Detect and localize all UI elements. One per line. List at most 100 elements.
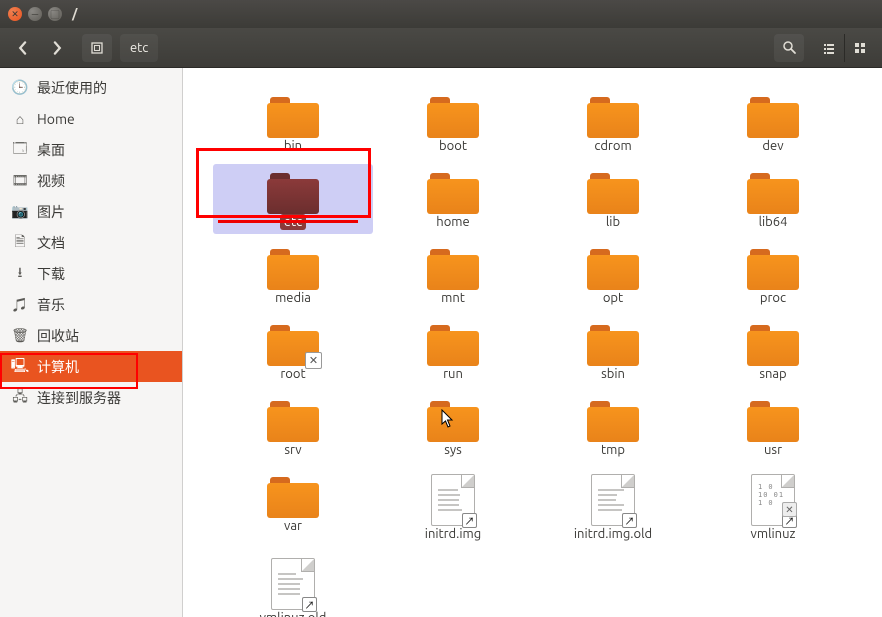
symlink-icon: ↗ — [302, 597, 317, 612]
grid-item-label: dev — [758, 138, 787, 154]
window-controls: ✕ － ▢ — [8, 7, 62, 21]
grid-item[interactable]: lib — [533, 164, 693, 234]
search-button[interactable] — [774, 34, 804, 62]
sidebar-item-video[interactable]: 🎞 视频 — [0, 165, 182, 196]
folder-icon: ✕ — [267, 322, 319, 366]
sidebar-item-server[interactable]: 🖧连接到服务器 — [0, 382, 182, 413]
grid-item[interactable]: var — [213, 468, 373, 546]
grid-item-label: lib — [602, 214, 624, 230]
sidebar-item-documents[interactable]: 🗎文档 — [0, 227, 182, 258]
folder-icon — [427, 246, 479, 290]
window-title: / — [72, 7, 77, 21]
grid-item[interactable]: tmp — [533, 392, 693, 462]
grid-item[interactable]: cdrom — [533, 88, 693, 158]
grid-item[interactable]: home — [373, 164, 533, 234]
grid-item-label: run — [439, 366, 467, 382]
symlink-icon: ↗ — [622, 513, 637, 528]
grid-item[interactable]: ↗initrd.img — [373, 468, 533, 546]
sidebar-item-desktop[interactable]: 🗔 桌面 — [0, 134, 182, 165]
trash-icon: 🗑 — [12, 328, 28, 344]
sidebar-item-trash[interactable]: 🗑 回收站 — [0, 320, 182, 351]
grid-item-label: boot — [435, 138, 471, 154]
grid-item[interactable]: boot — [373, 88, 533, 158]
sidebar-item-pictures[interactable]: 📷 图片 — [0, 196, 182, 227]
close-icon[interactable]: ✕ — [8, 7, 22, 21]
sidebar-item-clock[interactable]: 🕒 最近使用的 — [0, 72, 182, 103]
folder-icon — [587, 398, 639, 442]
grid-item[interactable]: ↗vmlinuz.old — [213, 552, 373, 617]
grid-item[interactable]: srv — [213, 392, 373, 462]
chevron-left-icon — [16, 41, 30, 55]
grid-item[interactable]: mnt — [373, 240, 533, 310]
grid-item[interactable]: media — [213, 240, 373, 310]
binary-file-icon: 1 0 10 01 1 0↗✕ — [751, 474, 795, 526]
forward-button[interactable] — [42, 34, 72, 62]
grid-item[interactable]: dev — [693, 88, 853, 158]
search-icon — [782, 40, 797, 55]
home-icon: ⌂ — [12, 111, 28, 127]
sidebar-item-label: 音乐 — [37, 295, 65, 315]
grid-item-label: cdrom — [590, 138, 635, 154]
sidebar-item-label: 桌面 — [37, 140, 65, 160]
locked-icon: ✕ — [782, 502, 797, 517]
path-root-button[interactable] — [82, 34, 112, 62]
grid-item-label: etc — [280, 214, 306, 230]
grid-item[interactable]: sys — [373, 392, 533, 462]
content-area[interactable]: bin boot cdrom dev etc home lib lib64 media mnt op… — [183, 68, 882, 617]
view-list-button[interactable] — [814, 34, 844, 62]
grid-item[interactable]: proc — [693, 240, 853, 310]
grid-item[interactable]: 1 0 10 01 1 0↗✕vmlinuz — [693, 468, 853, 546]
grid-item[interactable]: usr — [693, 392, 853, 462]
grid-item-label: media — [271, 290, 315, 306]
sidebar-item-home[interactable]: ⌂Home — [0, 103, 182, 134]
grid-item[interactable]: ↗initrd.img.old — [533, 468, 693, 546]
folder-icon — [747, 94, 799, 138]
path-segment-etc[interactable]: etc — [120, 34, 158, 62]
folder-icon — [747, 398, 799, 442]
folder-icon — [427, 170, 479, 214]
symlink-icon: ↗ — [462, 513, 477, 528]
titlebar: ✕ － ▢ / — [0, 0, 882, 28]
grid-item-label: srv — [280, 442, 305, 458]
folder-icon — [427, 322, 479, 366]
sidebar-item-computer[interactable]: 🖳计算机 — [0, 351, 182, 382]
sidebar-item-label: 最近使用的 — [37, 78, 107, 98]
grid-item[interactable]: opt — [533, 240, 693, 310]
grid-item[interactable]: snap — [693, 316, 853, 386]
desktop-icon: 🗔 — [12, 142, 28, 158]
folder-icon — [587, 170, 639, 214]
folder-icon — [267, 474, 319, 518]
minimize-icon[interactable]: － — [28, 7, 42, 21]
downloads-icon: ⭳ — [12, 266, 28, 282]
grid-item-label: sys — [440, 442, 466, 458]
sidebar-item-label: 视频 — [37, 171, 65, 191]
sidebar-item-label: 连接到服务器 — [37, 388, 121, 408]
text-file-icon: ↗ — [591, 474, 635, 526]
grid-item-label: bin — [280, 138, 306, 154]
sidebar-item-label: 回收站 — [37, 326, 79, 346]
grid-item-label: mnt — [437, 290, 469, 306]
grid-item[interactable]: run — [373, 316, 533, 386]
view-grid-button[interactable] — [844, 34, 874, 62]
grid-icon — [853, 41, 867, 55]
video-icon: 🎞 — [12, 173, 28, 189]
grid-item[interactable]: ✕root — [213, 316, 373, 386]
documents-icon: 🗎 — [12, 235, 28, 251]
grid-item-label: vmlinuz — [747, 526, 800, 542]
grid-item-label: lib64 — [755, 214, 792, 230]
pictures-icon: 📷 — [12, 204, 28, 220]
grid-item[interactable]: bin — [213, 88, 373, 158]
clock-icon: 🕒 — [12, 80, 28, 96]
grid-item[interactable]: etc — [213, 164, 373, 234]
back-button[interactable] — [8, 34, 38, 62]
grid-item[interactable]: sbin — [533, 316, 693, 386]
grid-item-label: initrd.img.old — [570, 526, 656, 542]
grid-item[interactable]: lib64 — [693, 164, 853, 234]
sidebar-item-label: 图片 — [37, 202, 65, 222]
grid-item-label: opt — [599, 290, 627, 306]
grid-item-label: proc — [756, 290, 790, 306]
sidebar-item-downloads[interactable]: ⭳下载 — [0, 258, 182, 289]
sidebar-item-music[interactable]: ♫音乐 — [0, 289, 182, 320]
grid-item-label: tmp — [597, 442, 629, 458]
maximize-icon[interactable]: ▢ — [48, 7, 62, 21]
